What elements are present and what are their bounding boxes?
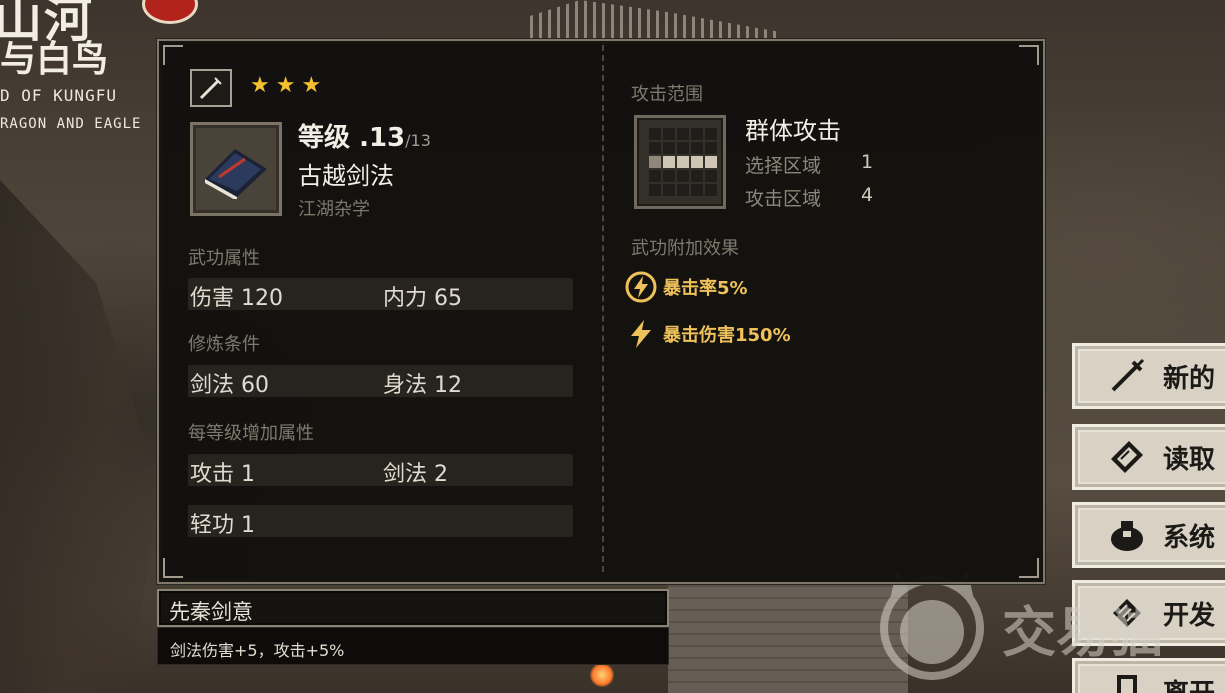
per-level-row: 轻功 1 xyxy=(188,505,573,538)
passive-title: 先秦剑意 xyxy=(169,600,253,624)
panel-corner-ornament xyxy=(163,558,183,578)
menu-label: 系统 xyxy=(1163,522,1216,553)
attribute-internal-force: 内力 65 xyxy=(383,286,463,311)
per-level-row: 攻击 1 剑法 2 xyxy=(188,454,573,487)
attributes-title: 武功属性 xyxy=(188,248,260,269)
panel-divider xyxy=(602,45,604,572)
passive-description: 剑法伤害+5，攻击+5% xyxy=(170,641,345,660)
star-rating: ★ ★ ★ xyxy=(250,75,321,97)
menu-label: 读取 xyxy=(1163,444,1216,475)
effects-title: 武功附加效果 xyxy=(631,238,739,259)
requirements-row: 剑法 60 身法 12 xyxy=(188,365,573,398)
logo-seal-icon xyxy=(142,0,198,24)
logo-english-line1: D OF KUNGFU xyxy=(0,86,117,105)
menu-label: 新的 xyxy=(1163,363,1216,394)
logo-english-line2: RAGON AND EAGLE xyxy=(0,116,142,132)
passive-description-box: 剑法伤害+5，攻击+5% xyxy=(157,627,669,665)
requirement-agility: 身法 12 xyxy=(383,373,463,398)
requirement-sword: 剑法 60 xyxy=(190,373,270,398)
menu-load-button[interactable]: 读取 xyxy=(1072,424,1225,490)
level-label: 等级 xyxy=(298,123,351,153)
panel-corner-ornament xyxy=(163,45,183,65)
skill-level: 等级 .13/13 xyxy=(298,117,431,154)
watermark-text: 交易猫 xyxy=(1002,601,1164,664)
lightning-icon xyxy=(625,318,657,350)
per-level-attack: 攻击 1 xyxy=(190,462,256,487)
star-icon: ★ xyxy=(301,73,322,98)
per-level-sword: 剑法 2 xyxy=(383,462,449,487)
attack-area-label: 攻击区域 xyxy=(745,188,822,210)
attack-range-grid xyxy=(634,115,726,209)
attribute-damage: 伤害 120 xyxy=(190,286,284,311)
effect-item: 暴击伤害150% xyxy=(625,318,791,350)
passive-title-box: 先秦剑意 xyxy=(157,589,669,627)
per-level-title: 每等级增加属性 xyxy=(188,423,314,444)
level-max: /13 xyxy=(405,131,431,150)
panel-corner-ornament xyxy=(1019,558,1039,578)
attack-range-title: 攻击范围 xyxy=(631,84,703,105)
panel-corner-ornament xyxy=(1019,45,1039,65)
menu-new-button[interactable]: 新的 xyxy=(1072,343,1225,409)
lightning-circle-icon xyxy=(625,271,657,303)
backpack-icon xyxy=(1107,515,1147,555)
watermark: 交易猫 xyxy=(872,570,1212,680)
effect-text: 暴击伤害150% xyxy=(663,325,791,346)
sword-icon xyxy=(190,69,232,107)
effect-item: 暴击率5% xyxy=(625,271,748,303)
effect-text: 暴击率5% xyxy=(663,278,748,299)
attributes-row: 伤害 120 内力 65 xyxy=(188,278,573,311)
manual-book-icon xyxy=(190,122,282,216)
attack-type: 群体攻击 xyxy=(745,117,841,145)
logo-subtitle: 与白鸟 xyxy=(0,38,109,80)
book-icon xyxy=(1107,437,1147,477)
skill-detail-panel: ★ ★ ★ 等级 .13/13 古越剑法 江湖杂学 武功属性 伤害 120 内力… xyxy=(157,39,1045,584)
cat-logo-icon xyxy=(880,572,984,680)
skill-school: 江湖杂学 xyxy=(298,199,370,220)
requirements-title: 修炼条件 xyxy=(188,334,260,355)
select-area-label: 选择区域 xyxy=(745,155,822,177)
per-level-lightness: 轻功 1 xyxy=(190,513,256,538)
select-area-value: 1 xyxy=(861,151,874,173)
menu-system-button[interactable]: 系统 xyxy=(1072,502,1225,568)
attack-area-value: 4 xyxy=(861,184,874,206)
skill-name: 古越剑法 xyxy=(298,162,394,190)
sword-icon xyxy=(1107,356,1147,396)
star-icon: ★ xyxy=(275,73,296,98)
level-value: .13 xyxy=(359,123,406,153)
background-fire xyxy=(590,663,614,687)
star-icon: ★ xyxy=(250,73,270,98)
